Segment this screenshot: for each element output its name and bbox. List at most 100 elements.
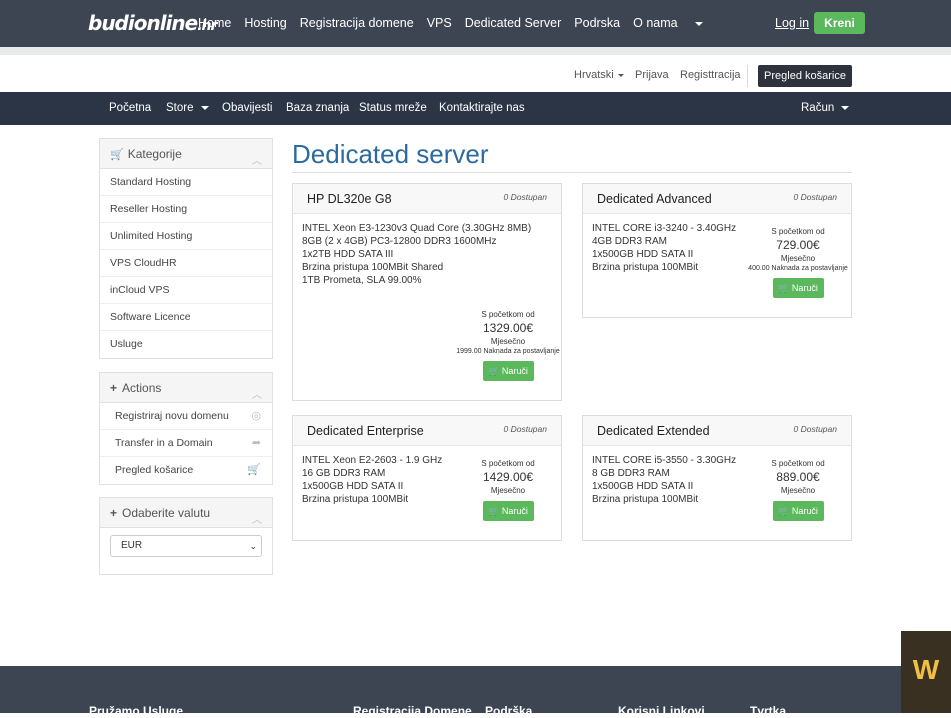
spec-line: Brzina pristupa 100MBit [592, 494, 699, 505]
register-link[interactable]: Registtracija [680, 69, 741, 81]
header-separator [0, 47, 951, 55]
action-label: Pregled košarice [115, 464, 194, 476]
cart-icon: 🛒 [247, 464, 261, 476]
price-from-label: S početkom od [481, 459, 535, 468]
nav-item-contact[interactable]: Kontaktirajte nas [439, 102, 525, 114]
login-link[interactable]: Log in [775, 16, 809, 30]
product-name: Dedicated Extended [597, 424, 710, 438]
category-item[interactable]: VPS CloudHR [100, 250, 272, 277]
setup-fee: 400.00 Naknada za postavljanje [748, 265, 848, 272]
footer-heading: Podrška [485, 704, 533, 718]
signin-link[interactable]: Prijava [635, 69, 669, 81]
currency-panel: + Odaberite valutu ︿ EUR ⌄ [99, 497, 273, 575]
currency-select[interactable]: EUR ⌄ [110, 535, 262, 557]
spec-line: 1TB Prometa, SLA 99.00% [302, 275, 422, 286]
currency-header[interactable]: + Odaberite valutu ︿ [100, 498, 272, 528]
price-amount: 1429.00€ [482, 470, 534, 484]
nav-dedicated[interactable]: Dedicated Server [465, 16, 562, 30]
footer-heading: Pružamo Usluge [89, 704, 184, 718]
footer-heading: Korisni Linkovi [618, 704, 705, 718]
title-divider [292, 172, 852, 173]
spec-line: 8 GB DDR3 RAM [592, 468, 670, 479]
spec-line: Brzina pristupa 100MBit [592, 262, 699, 273]
category-item[interactable]: Unlimited Hosting [100, 223, 272, 250]
nav-about-label: O nama [633, 16, 678, 30]
category-item[interactable]: inCloud VPS [100, 277, 272, 304]
order-button[interactable]: 🛒 Naruči [482, 501, 534, 521]
product-description: INTEL CORE i5-3550 - 3.30GHz 8 GB DDR3 R… [592, 454, 736, 506]
order-button[interactable]: 🛒 Naruči [772, 501, 824, 521]
action-view-cart[interactable]: Pregled košarice 🛒 [100, 457, 272, 484]
category-item[interactable]: Standard Hosting [100, 169, 272, 196]
cart-icon: 🛒 [488, 366, 500, 376]
cart-icon: 🛒 [778, 283, 790, 293]
top-menu: Home Hosting Registracija domene VPS Ded… [198, 16, 716, 30]
product-pricing: S početkom od 729.00€ Mjesečno 400.00 Na… [742, 227, 854, 298]
nav-item-store[interactable]: Store [166, 102, 209, 114]
share-icon: ➦ [251, 437, 261, 449]
product-pricing: S početkom od 1429.00€ Mjesečno 🛒 Naruči [452, 459, 564, 521]
price-amount: 889.00€ [776, 470, 820, 484]
nav-item-account[interactable]: Račun [801, 102, 850, 114]
nav-vps[interactable]: VPS [427, 16, 452, 30]
chevron-up-icon[interactable]: ︿ [252, 506, 262, 536]
order-button[interactable]: 🛒 Naruči [772, 278, 824, 298]
product-card: HP DL320e G8 0 Dostupan INTEL Xeon E3-12… [292, 183, 562, 401]
main-navbar: Početna Store Obavijesti Baza znanja Sta… [0, 92, 951, 125]
actions-header[interactable]: + Actions ︿ [100, 373, 272, 403]
nav-item-announcements[interactable]: Obavijesti [222, 102, 273, 114]
price-period: Mjesečno [780, 486, 816, 495]
price-from-label: S početkom od [771, 459, 825, 468]
nav-hosting[interactable]: Hosting [244, 16, 286, 30]
categories-title: Kategorije [127, 147, 182, 161]
nav-domains[interactable]: Registracija domene [300, 16, 414, 30]
chevron-down-icon [617, 73, 624, 77]
language-label: Hrvatski [574, 69, 614, 81]
nav-support[interactable]: Podrska [574, 16, 620, 30]
chevron-down-icon [200, 105, 209, 110]
category-item[interactable]: Usluge [100, 331, 272, 358]
category-item[interactable]: Software Licence [100, 304, 272, 331]
plus-icon: + [110, 381, 118, 395]
start-button[interactable]: Kreni [814, 12, 865, 34]
view-cart-button[interactable]: Pregled košarice [758, 65, 852, 87]
globe-icon: ◎ [251, 410, 261, 422]
utility-bar: Hrvatski Prijava Registtracija Pregled k… [0, 55, 951, 92]
chevron-down-icon: ⌄ [249, 541, 257, 551]
nav-item-store-label: Store [166, 102, 194, 114]
chevron-down-icon [694, 21, 703, 26]
price-period: Mjesečno [780, 254, 816, 263]
nav-item-knowledgebase[interactable]: Baza znanja [286, 102, 349, 114]
categories-panel: 🛒 Kategorije ︿ Standard Hosting Reseller … [99, 138, 273, 359]
product-header: Dedicated Advanced 0 Dostupan [583, 184, 851, 214]
category-item[interactable]: Reseller Hosting [100, 196, 272, 223]
order-button[interactable]: 🛒 Naruči [482, 361, 534, 381]
spec-line: Brzina pristupa 100MBit Shared [302, 262, 444, 273]
categories-header[interactable]: 🛒 Kategorije ︿ [100, 139, 272, 169]
nav-item-network-status[interactable]: Status mreže [359, 102, 427, 114]
nav-about[interactable]: O nama [633, 16, 703, 30]
language-select[interactable]: Hrvatski [574, 69, 624, 81]
spec-line: 1x500GB HDD SATA II [302, 481, 404, 492]
product-availability: 0 Dostupan [793, 424, 837, 434]
product-header: Dedicated Enterprise 0 Dostupan [293, 416, 561, 446]
cart-icon: 🛒 [778, 506, 790, 516]
product-header: HP DL320e G8 0 Dostupan [293, 184, 561, 214]
spec-line: INTEL CORE i3-3240 - 3.40GHz [592, 223, 737, 234]
actions-title: Actions [122, 381, 162, 395]
price-period: Mjesečno [490, 486, 526, 495]
product-card: Dedicated Advanced 0 Dostupan INTEL CORE… [582, 183, 852, 318]
order-label: Naruči [791, 506, 818, 516]
nav-item-home[interactable]: Početna [109, 102, 151, 114]
order-label: Naruči [501, 506, 528, 516]
nav-home[interactable]: Home [198, 16, 231, 30]
cart-icon: 🛒 [488, 506, 500, 516]
action-transfer-domain[interactable]: Transfer in a Domain ➦ [100, 430, 272, 457]
spec-line: INTEL CORE i5-3550 - 3.30GHz [592, 455, 737, 466]
spec-line: 1x500GB HDD SATA II [592, 481, 694, 492]
currency-value: EUR [121, 540, 143, 551]
divider [747, 65, 748, 87]
action-register-domain[interactable]: Registriraj novu domenu ◎ [100, 403, 272, 430]
order-label: Naruči [791, 283, 818, 293]
footer: Pružamo Usluge Registracija Domene Podrš… [0, 666, 951, 718]
